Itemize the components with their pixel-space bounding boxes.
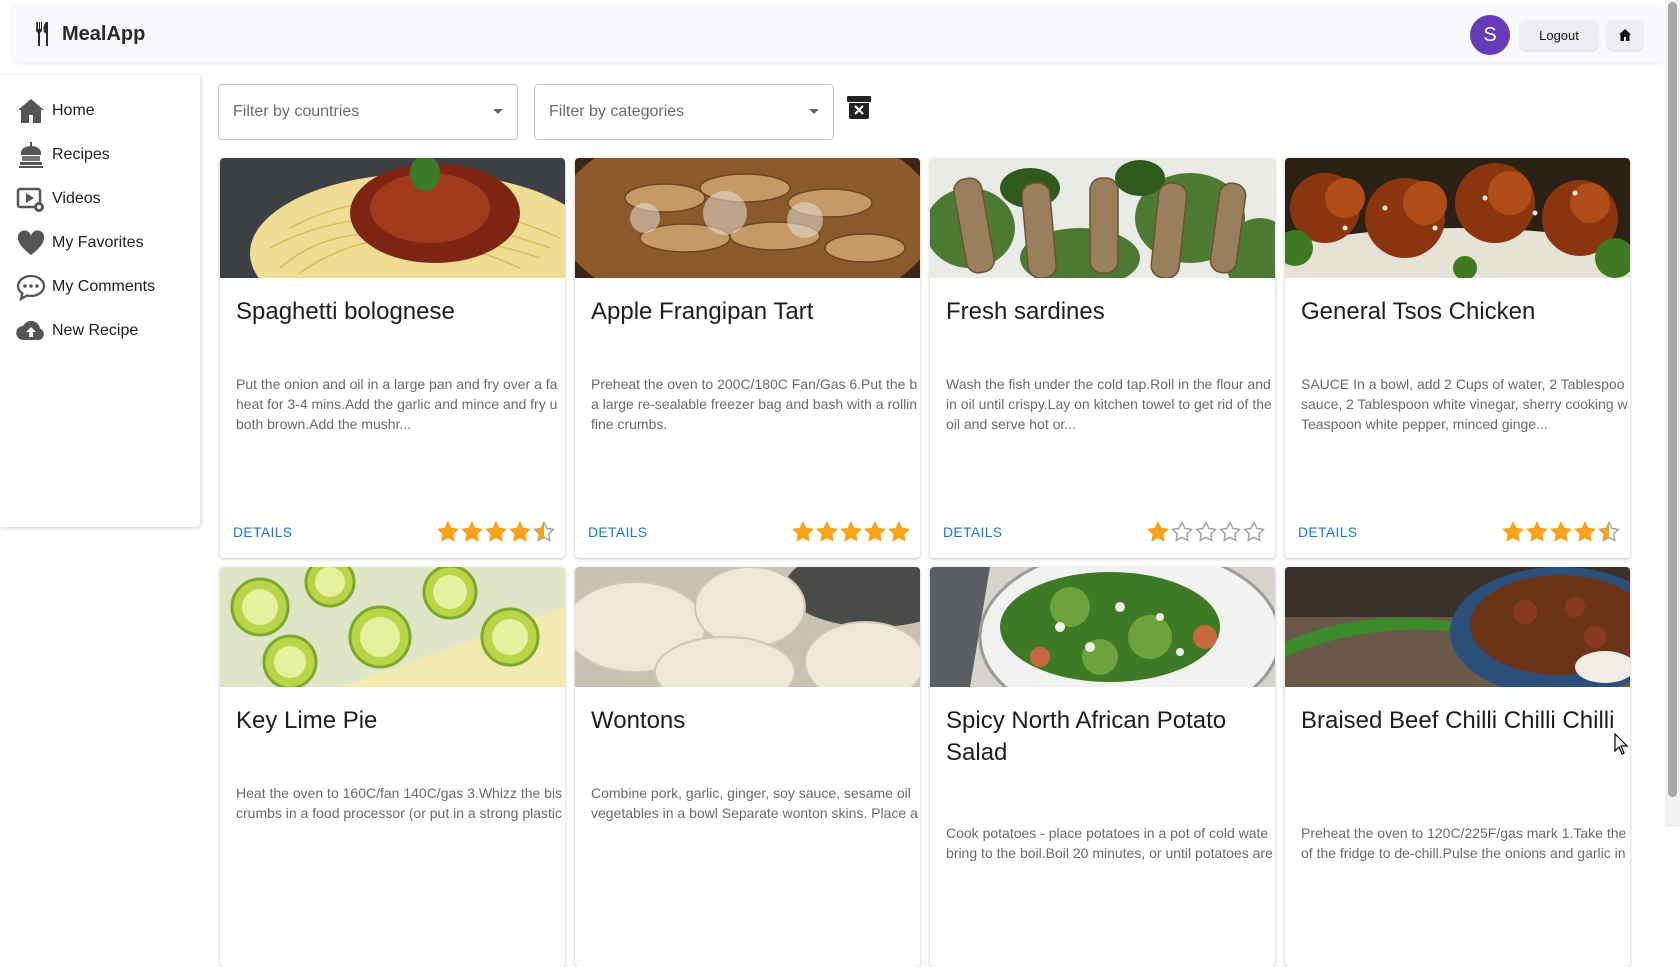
recipe-card: Apple Frangipan Tart Preheat the oven to…: [575, 158, 920, 558]
brand[interactable]: MealApp: [34, 22, 145, 46]
logout-button[interactable]: Logout: [1520, 20, 1598, 50]
videos-icon: [16, 187, 44, 212]
sidebar-item-comments[interactable]: My Comments: [0, 265, 200, 309]
star-filled-icon[interactable]: [864, 521, 886, 543]
home-button[interactable]: [1607, 20, 1643, 50]
rating-stars[interactable]: [1502, 521, 1620, 543]
star-half-icon[interactable]: [533, 521, 555, 543]
star-filled-icon[interactable]: [888, 521, 910, 543]
details-link[interactable]: DETAILS: [943, 524, 1002, 540]
recipe-image[interactable]: [220, 158, 565, 278]
home-icon: [1619, 29, 1631, 41]
recipe-image[interactable]: [1285, 567, 1630, 687]
sidebar-item-recipes[interactable]: Recipes: [0, 133, 200, 177]
details-link[interactable]: DETAILS: [233, 524, 292, 540]
avatar[interactable]: S: [1470, 15, 1510, 55]
recipe-title: General Tsos Chicken: [1301, 298, 1536, 325]
category-filter-select[interactable]: Filter by categories: [534, 84, 834, 140]
recipe-image[interactable]: [930, 567, 1275, 687]
country-filter-select[interactable]: Filter by countries: [218, 84, 518, 140]
recipe-card: General Tsos Chicken SAUCE In a bowl, ad…: [1285, 158, 1630, 558]
details-link[interactable]: DETAILS: [1298, 524, 1357, 540]
rating-stars[interactable]: [1147, 521, 1265, 543]
star-filled-icon[interactable]: [792, 521, 814, 543]
recipe-description: SAUCE In a bowl, add 2 Cups of water, 2 …: [1301, 376, 1628, 432]
sidebar-item-videos[interactable]: Videos: [0, 177, 200, 221]
recipe-title: Spicy North African Potato Salad: [946, 707, 1227, 766]
app-bar: MealApp S Logout: [12, 4, 1666, 62]
recipe-image[interactable]: [220, 567, 565, 687]
star-filled-icon[interactable]: [1147, 521, 1169, 543]
country-filter-placeholder: Filter by countries: [233, 103, 360, 120]
star-filled-icon[interactable]: [485, 521, 507, 543]
heart-icon: [17, 230, 45, 255]
page-scrollbar[interactable]: [1665, 0, 1680, 827]
rating-stars[interactable]: [792, 521, 910, 543]
recipe-card: Spicy North African Potato Salad Cook po…: [930, 567, 1275, 967]
star-half-icon[interactable]: [1598, 521, 1620, 543]
recipe-card: Key Lime Pie Heat the oven to 160C/fan 1…: [220, 567, 565, 967]
recipe-description: Preheat the oven to 200C/180C Fan/Gas 6.…: [591, 376, 918, 432]
clear-filters-icon[interactable]: [845, 93, 873, 121]
recipe-title: Apple Frangipan Tart: [591, 298, 814, 325]
star-empty-icon[interactable]: [1171, 521, 1193, 543]
recipe-description: Cook potatoes - place potatoes in a pot …: [946, 825, 1273, 861]
rating-stars[interactable]: [437, 521, 555, 543]
recipe-description: Put the onion and oil in a large pan and…: [236, 376, 558, 432]
cloud-upload-icon: [16, 320, 44, 341]
mouse-cursor-icon: [1614, 733, 1628, 755]
recipe-description: Heat the oven to 160C/fan 140C/gas 3.Whi…: [236, 785, 563, 821]
chevron-down-icon: [493, 109, 503, 114]
scrollbar-thumb[interactable]: [1668, 2, 1677, 797]
home-icon: [18, 99, 44, 123]
sidebar-item-label: Recipes: [52, 146, 110, 163]
recipe-title: Spaghetti bolognese: [236, 298, 455, 325]
recipe-description: Wash the fish under the cold tap.Roll in…: [946, 376, 1272, 432]
star-filled-icon[interactable]: [1502, 521, 1524, 543]
star-filled-icon[interactable]: [509, 521, 531, 543]
sidebar-item-label: Videos: [52, 190, 101, 207]
star-filled-icon[interactable]: [1526, 521, 1548, 543]
recipe-card: Spaghetti bolognese Put the onion and oi…: [220, 158, 565, 558]
recipe-card: Wontons Combine pork, garlic, ginger, so…: [575, 567, 920, 967]
sidebar-item-label: My Favorites: [52, 234, 144, 251]
recipes-icon: [19, 142, 43, 168]
sidebar-item-label: Home: [52, 102, 95, 119]
sidebar-item-home[interactable]: Home: [0, 89, 200, 133]
comment-icon: [16, 274, 46, 302]
chevron-down-icon: [809, 109, 819, 114]
star-filled-icon[interactable]: [1550, 521, 1572, 543]
star-filled-icon[interactable]: [840, 521, 862, 543]
sidebar: Home Recipes Videos My Favorites My Comm…: [0, 75, 200, 527]
recipe-title: Wontons: [591, 707, 686, 734]
fork-knife-icon: [36, 22, 48, 46]
recipe-card: Fresh sardines Wash the fish under the c…: [930, 158, 1275, 558]
category-filter-placeholder: Filter by categories: [549, 103, 685, 120]
star-filled-icon[interactable]: [1574, 521, 1596, 543]
recipe-title: Braised Beef Chilli Chilli Chilli: [1301, 707, 1615, 734]
recipe-image[interactable]: [930, 158, 1275, 278]
recipe-card: Braised Beef Chilli Chilli Chilli Prehea…: [1285, 567, 1630, 967]
star-empty-icon[interactable]: [1219, 521, 1241, 543]
sidebar-item-label: New Recipe: [52, 322, 139, 339]
recipe-description: Combine pork, garlic, ginger, soy sauce,…: [591, 785, 918, 821]
brand-name: MealApp: [62, 22, 146, 45]
details-link[interactable]: DETAILS: [588, 524, 647, 540]
recipe-image[interactable]: [1285, 158, 1630, 278]
recipe-title: Fresh sardines: [946, 298, 1105, 325]
recipe-title: Key Lime Pie: [236, 707, 378, 734]
recipe-image[interactable]: [575, 567, 920, 687]
star-filled-icon[interactable]: [461, 521, 483, 543]
recipe-description: Preheat the oven to 120C/225F/gas mark 1…: [1301, 825, 1627, 861]
star-empty-icon[interactable]: [1195, 521, 1217, 543]
sidebar-item-new-recipe[interactable]: New Recipe: [0, 309, 200, 353]
recipe-image[interactable]: [575, 158, 920, 278]
star-filled-icon[interactable]: [437, 521, 459, 543]
star-empty-icon[interactable]: [1243, 521, 1265, 543]
sidebar-item-label: My Comments: [52, 278, 156, 295]
star-filled-icon[interactable]: [816, 521, 838, 543]
sidebar-item-favorites[interactable]: My Favorites: [0, 221, 200, 265]
